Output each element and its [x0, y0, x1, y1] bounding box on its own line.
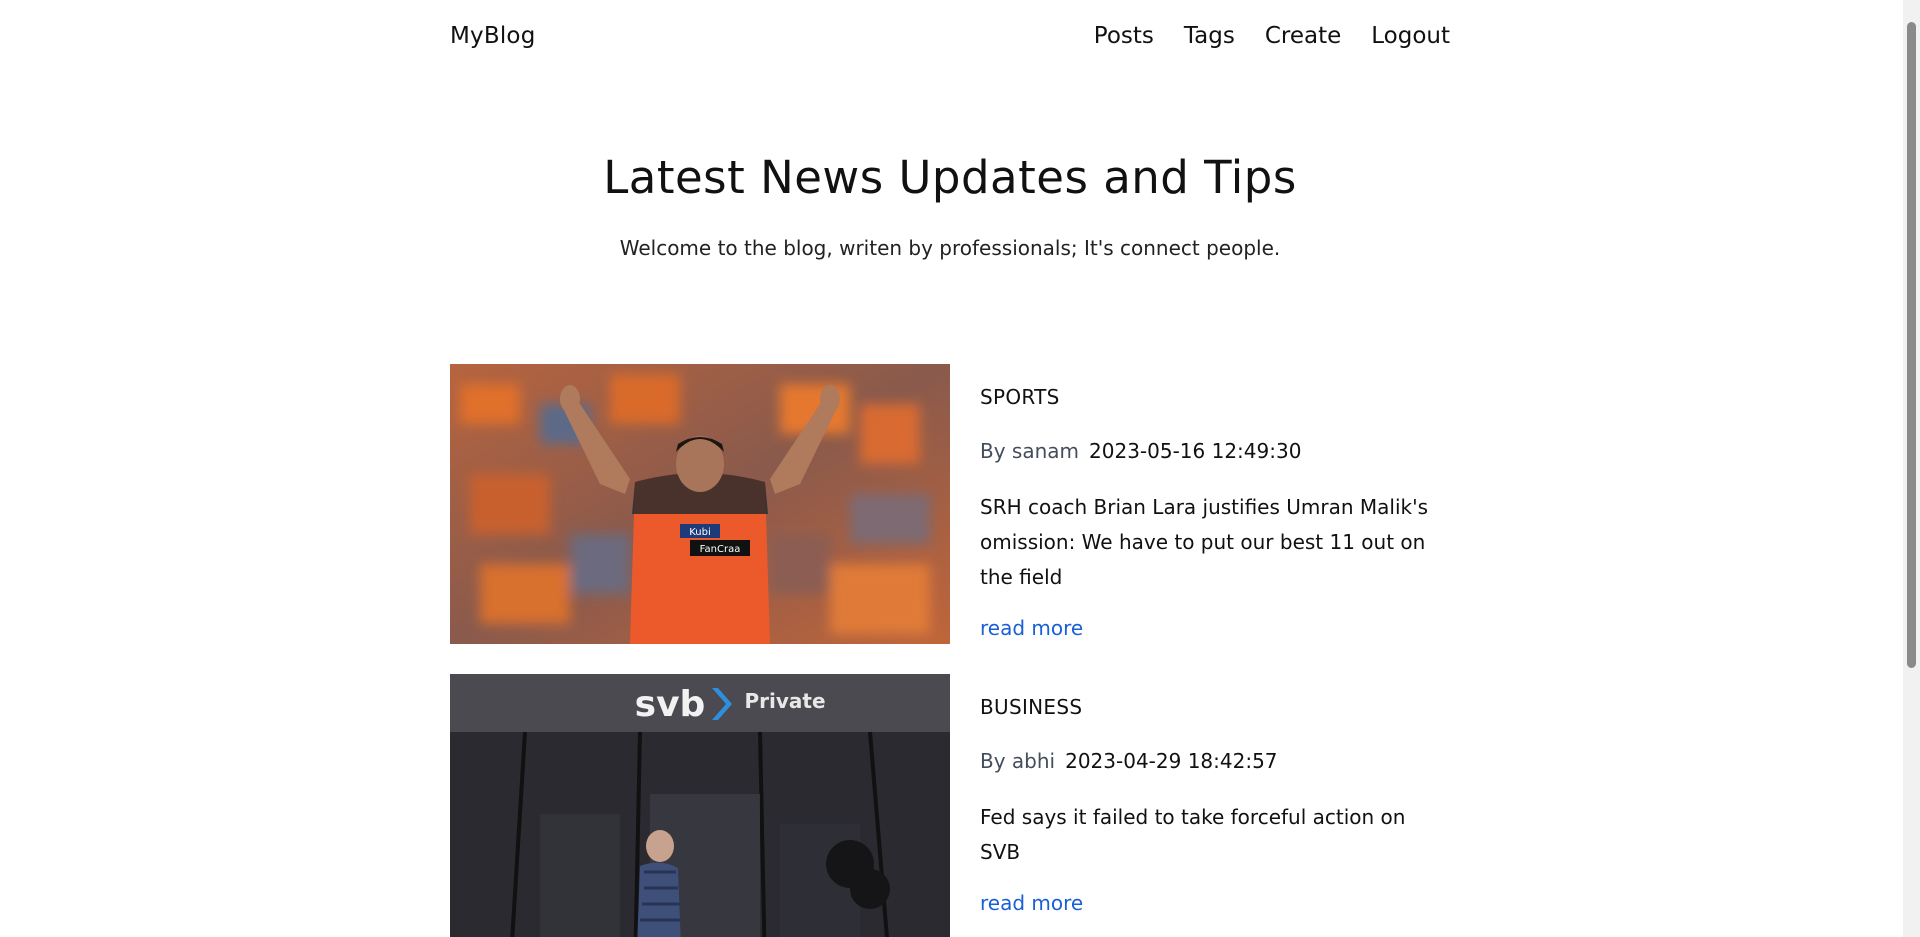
svb-sign-label: Private — [744, 689, 825, 713]
post-thumbnail[interactable]: svb Private — [450, 674, 950, 937]
post-meta: By sanam 2023-05-16 12:49:30 — [980, 436, 1450, 466]
nav-links: Posts Tags Create Logout — [1094, 23, 1450, 49]
post-category: SPORTS — [980, 385, 1060, 409]
nav-link-create[interactable]: Create — [1265, 23, 1341, 49]
svb-sign-text: svb — [635, 684, 706, 725]
scrollbar-thumb[interactable] — [1907, 22, 1916, 668]
hero: Latest News Updates and Tips Welcome to … — [0, 144, 1900, 264]
cricketer-photo: Kubi FanCraa — [450, 364, 950, 644]
nav-link-tags[interactable]: Tags — [1184, 23, 1235, 49]
read-more-link[interactable]: read more — [980, 888, 1083, 918]
jersey-sponsor-text: FanCraa — [700, 544, 741, 555]
jersey-sponsor-text: Kubi — [689, 527, 711, 538]
post-thumbnail[interactable]: Kubi FanCraa — [450, 364, 950, 644]
svb-building-photo: svb Private — [450, 674, 950, 937]
nav-link-logout[interactable]: Logout — [1371, 23, 1450, 49]
post-date: 2023-04-29 18:42:57 — [1065, 749, 1278, 773]
vertical-scrollbar[interactable] — [1903, 0, 1920, 937]
read-more-link[interactable]: read more — [980, 613, 1083, 643]
post-meta: By abhi 2023-04-29 18:42:57 — [980, 746, 1450, 776]
page: MyBlog Posts Tags Create Logout Latest N… — [0, 0, 1920, 937]
post-body: SPORTS By sanam 2023-05-16 12:49:30 SRH … — [980, 364, 1450, 644]
page-subtitle: Welcome to the blog, writen by professio… — [619, 236, 1281, 260]
post-card: svb Private BUSINESS By abhi 2023-04-29 … — [450, 674, 1450, 937]
post-author: By abhi — [980, 749, 1056, 773]
page-title: Latest News Updates and Tips — [603, 151, 1297, 204]
post-category: BUSINESS — [980, 695, 1083, 719]
brand-logo-link[interactable]: MyBlog — [450, 23, 536, 49]
post-author: By sanam — [980, 439, 1080, 463]
post-date: 2023-05-16 12:49:30 — [1089, 439, 1302, 463]
post-title: Fed says it failed to take forceful acti… — [980, 805, 1406, 864]
nav-link-posts[interactable]: Posts — [1094, 23, 1154, 49]
post-body: BUSINESS By abhi 2023-04-29 18:42:57 Fed… — [980, 674, 1450, 937]
navbar: MyBlog Posts Tags Create Logout — [450, 16, 1450, 56]
post-card: Kubi FanCraa SPORTS By sanam 2023-05-16 … — [450, 364, 1450, 644]
post-title: SRH coach Brian Lara justifies Umran Mal… — [980, 495, 1429, 589]
